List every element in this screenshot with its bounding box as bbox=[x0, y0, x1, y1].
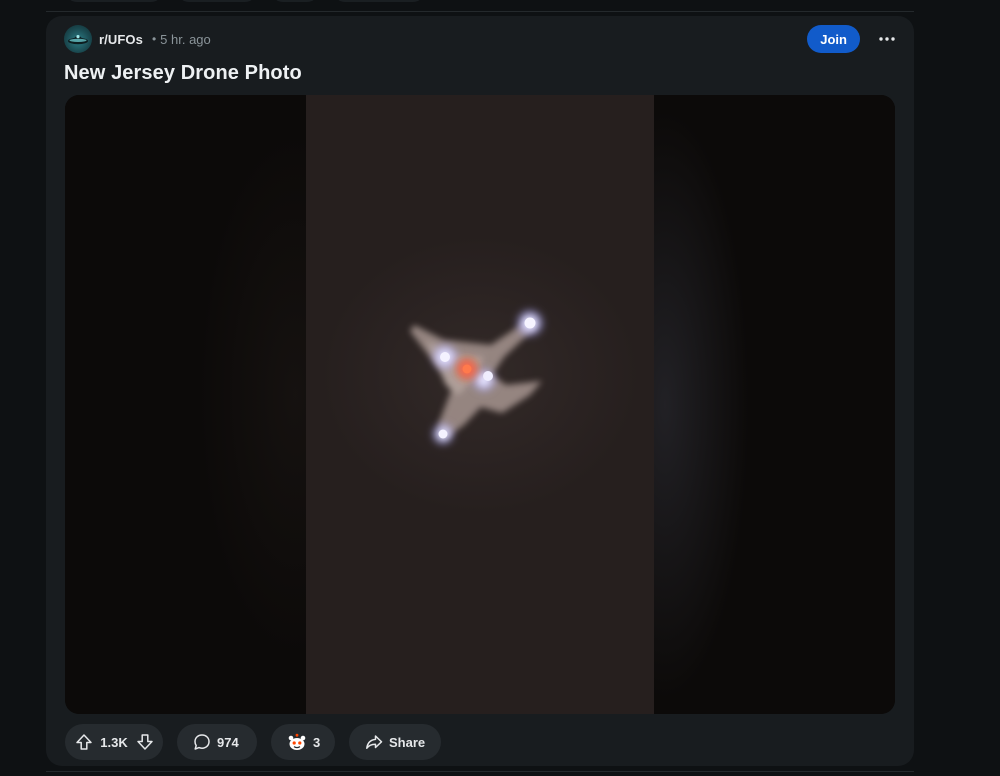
speech-bubble-icon bbox=[193, 733, 211, 751]
post-media[interactable] bbox=[65, 95, 895, 714]
comment-count: 974 bbox=[217, 734, 239, 750]
arrow-up-icon[interactable] bbox=[71, 729, 96, 755]
header-actions: Join bbox=[807, 25, 896, 53]
drone-photo[interactable] bbox=[306, 95, 654, 714]
join-button[interactable]: Join bbox=[807, 25, 860, 53]
award-button[interactable]: 3 bbox=[271, 724, 335, 760]
previous-award-pill[interactable] bbox=[271, 0, 319, 2]
award-count: 3 bbox=[313, 734, 321, 750]
post-title[interactable]: New Jersey Drone Photo bbox=[64, 62, 302, 85]
previous-comment-pill[interactable] bbox=[177, 0, 257, 2]
vote-count: 1.3K bbox=[100, 734, 128, 750]
vote-pill: 1.3K bbox=[65, 724, 163, 760]
share-icon bbox=[365, 733, 383, 751]
arrow-down-icon[interactable] bbox=[132, 729, 157, 755]
share-label: Share bbox=[389, 734, 426, 750]
post-actions: 1.3K 974 3 Share bbox=[65, 724, 455, 760]
ellipsis-icon[interactable] bbox=[873, 25, 901, 53]
share-button[interactable]: Share bbox=[349, 724, 441, 760]
comments-button[interactable]: 974 bbox=[177, 724, 257, 760]
previous-share-pill[interactable] bbox=[333, 0, 425, 2]
separator-dot: • bbox=[151, 32, 157, 46]
post-header: r/UFOs • 5 hr. ago Join bbox=[64, 20, 896, 58]
feed-divider-bottom bbox=[46, 771, 914, 772]
award-icon bbox=[287, 732, 307, 752]
post-time: 5 hr. ago bbox=[160, 31, 211, 47]
page: r/UFOs • 5 hr. ago Join New Jersey Drone… bbox=[0, 0, 1000, 776]
ufo-icon[interactable] bbox=[64, 25, 92, 53]
drone-photo-drawing bbox=[410, 308, 545, 446]
previous-vote-pill[interactable] bbox=[65, 0, 163, 2]
post-card[interactable]: r/UFOs • 5 hr. ago Join New Jersey Drone… bbox=[46, 16, 914, 766]
feed-divider bbox=[46, 11, 914, 12]
subreddit-name[interactable]: r/UFOs bbox=[99, 32, 143, 47]
